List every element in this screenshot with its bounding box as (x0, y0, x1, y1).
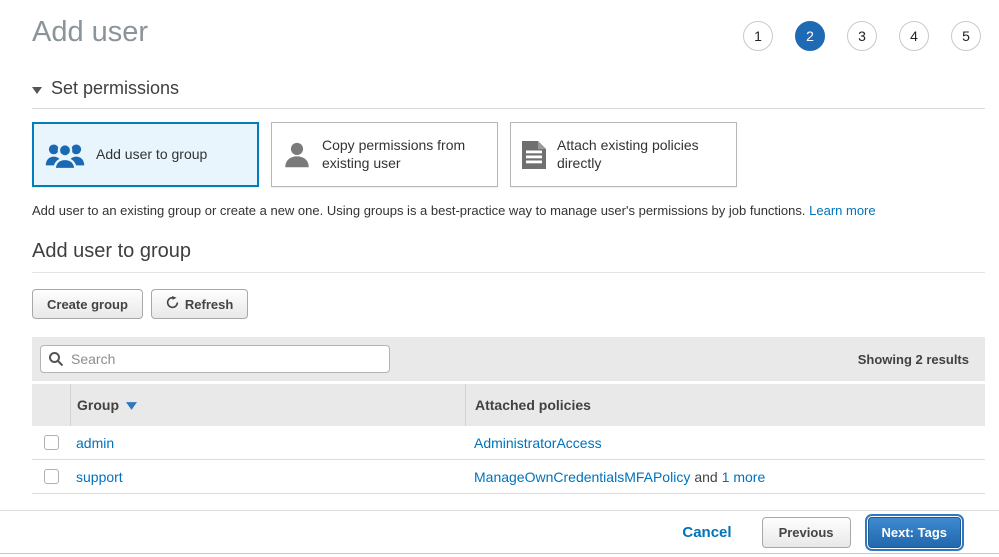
column-label-group: Group (77, 397, 119, 413)
description-text: Add user to an existing group or create … (32, 203, 806, 218)
set-permissions-header[interactable]: Set permissions (32, 78, 985, 109)
option-add-user-to-group[interactable]: Add user to group (32, 122, 259, 187)
column-header-attached-policies[interactable]: Attached policies (465, 384, 985, 426)
group-link[interactable]: admin (76, 435, 114, 451)
results-count: Showing 2 results (858, 352, 977, 367)
option-attach-policies[interactable]: Attach existing policies directly (510, 122, 737, 187)
permission-option-cards: Add user to group Copy permissions from … (32, 122, 985, 187)
wizard-footer: Cancel Previous Next: Tags (0, 510, 999, 554)
policies-cell: AdministratorAccess (465, 426, 985, 459)
column-header-group[interactable]: Group (70, 384, 465, 426)
cancel-link[interactable]: Cancel (682, 524, 731, 541)
set-permissions-heading: Set permissions (51, 78, 179, 99)
checkbox-cell (32, 426, 70, 459)
group-actions: Create group Refresh (32, 289, 985, 319)
collapse-caret-icon (32, 78, 42, 99)
step-3[interactable]: 3 (847, 21, 877, 51)
search-input[interactable] (40, 345, 390, 373)
document-icon (521, 140, 547, 170)
sort-desc-icon (126, 397, 137, 413)
checkbox-cell (32, 460, 70, 493)
add-user-wizard-page: Add user 1 2 3 4 5 Set permissions (0, 0, 999, 494)
user-icon (282, 140, 312, 170)
policies-conjunction: and (694, 469, 717, 485)
more-policies-link[interactable]: 1 more (722, 469, 766, 485)
select-all-cell (32, 384, 70, 426)
option-label: Copy permissions from existing user (322, 137, 487, 172)
search-icon (48, 351, 64, 372)
create-group-button[interactable]: Create group (32, 289, 143, 319)
step-1[interactable]: 1 (743, 21, 773, 51)
step-2-current[interactable]: 2 (795, 21, 825, 51)
previous-button[interactable]: Previous (762, 517, 851, 548)
wizard-steps: 1 2 3 4 5 (743, 21, 981, 51)
row-checkbox[interactable] (44, 435, 59, 450)
option-label: Attach existing policies directly (557, 137, 726, 172)
add-user-to-group-heading: Add user to group (32, 240, 985, 273)
policy-link[interactable]: AdministratorAccess (474, 435, 602, 451)
page-title: Add user (32, 16, 148, 49)
table-toolbar: Showing 2 results (32, 337, 985, 381)
search-box (40, 345, 390, 373)
user-group-icon (44, 140, 86, 170)
row-checkbox[interactable] (44, 469, 59, 484)
policy-link[interactable]: ManageOwnCredentialsMFAPolicy (474, 469, 690, 485)
option-copy-permissions[interactable]: Copy permissions from existing user (271, 122, 498, 187)
refresh-button[interactable]: Refresh (151, 289, 248, 319)
policies-cell: ManageOwnCredentialsMFAPolicy and 1 more (465, 460, 985, 493)
next-tags-button[interactable]: Next: Tags (868, 517, 962, 548)
column-label-attached-policies: Attached policies (475, 397, 591, 413)
table-header-row: Group Attached policies (32, 384, 985, 426)
group-description: Add user to an existing group or create … (32, 203, 985, 218)
option-label: Add user to group (96, 146, 207, 164)
groups-table-panel: Showing 2 results Group Attached policie… (32, 337, 985, 494)
step-4[interactable]: 4 (899, 21, 929, 51)
group-cell: support (70, 460, 465, 493)
refresh-icon (166, 296, 179, 312)
wizard-header: Add user 1 2 3 4 5 (32, 0, 985, 51)
learn-more-link[interactable]: Learn more (809, 203, 875, 218)
refresh-label: Refresh (185, 297, 233, 312)
table-row-admin: admin AdministratorAccess (32, 426, 985, 460)
group-cell: admin (70, 426, 465, 459)
group-link[interactable]: support (76, 469, 123, 485)
table-row-support: support ManageOwnCredentialsMFAPolicy an… (32, 460, 985, 494)
step-5[interactable]: 5 (951, 21, 981, 51)
